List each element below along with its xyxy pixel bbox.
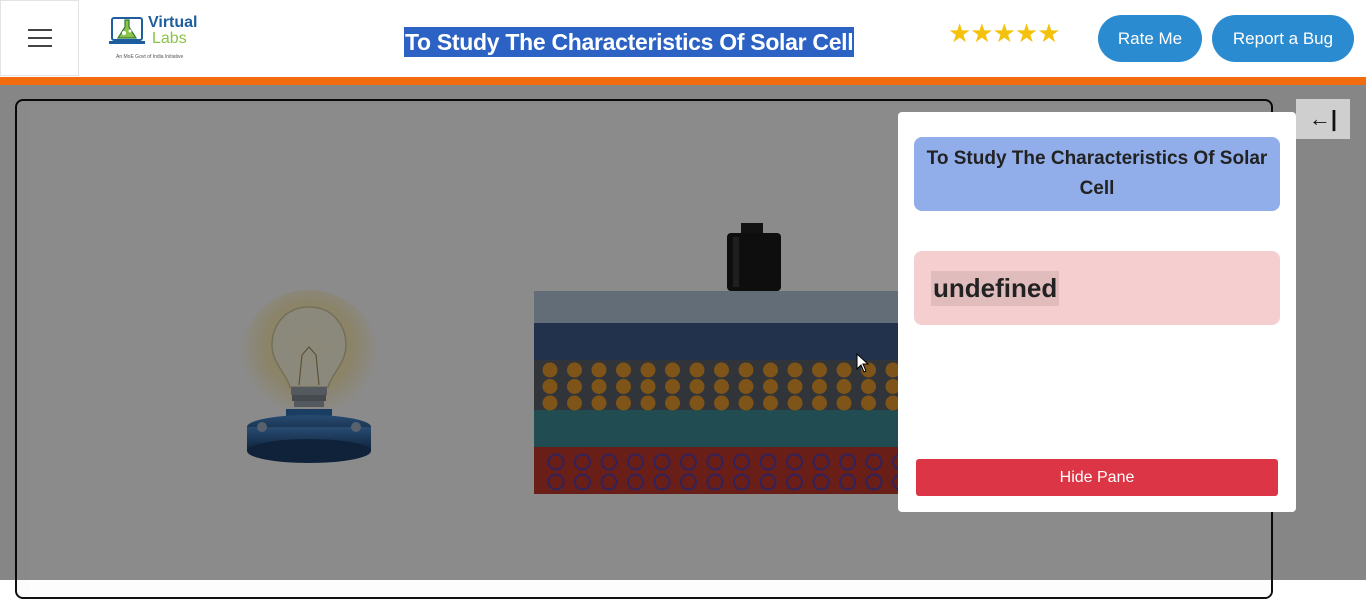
top-header: Virtual Labs An MoE Govt of India Initia… — [0, 0, 1366, 77]
pane-message: undefined — [914, 251, 1280, 325]
hamburger-menu-button[interactable] — [0, 0, 79, 76]
header-accent-bar — [0, 77, 1366, 85]
logo-text-main: Virtual — [148, 14, 198, 31]
hide-pane-button[interactable]: Hide Pane — [916, 459, 1278, 496]
rate-me-button[interactable]: Rate Me — [1098, 15, 1202, 62]
logo-tagline: An MoE Govt of India Initiative — [116, 54, 184, 60]
collapse-pane-button[interactable]: ←| — [1296, 99, 1350, 139]
pane-message-text: undefined — [931, 270, 1060, 306]
flask-icon — [109, 17, 145, 44]
menu-line — [27, 29, 52, 31]
pane-title: To Study The Characteristics Of Solar Ce… — [914, 137, 1280, 211]
logo-text-sub: Labs — [152, 30, 187, 47]
mouse-cursor-icon — [856, 353, 870, 373]
rating-stars[interactable]: ★★★★★ — [948, 20, 1061, 46]
menu-line — [27, 45, 52, 47]
report-bug-button[interactable]: Report a Bug — [1212, 15, 1354, 62]
page-title: To Study The Characteristics Of Solar Ce… — [404, 27, 855, 57]
virtual-labs-logo[interactable]: Virtual Labs An MoE Govt of India Initia… — [108, 10, 204, 66]
side-pane: To Study The Characteristics Of Solar Ce… — [898, 112, 1296, 512]
menu-line — [27, 37, 52, 39]
